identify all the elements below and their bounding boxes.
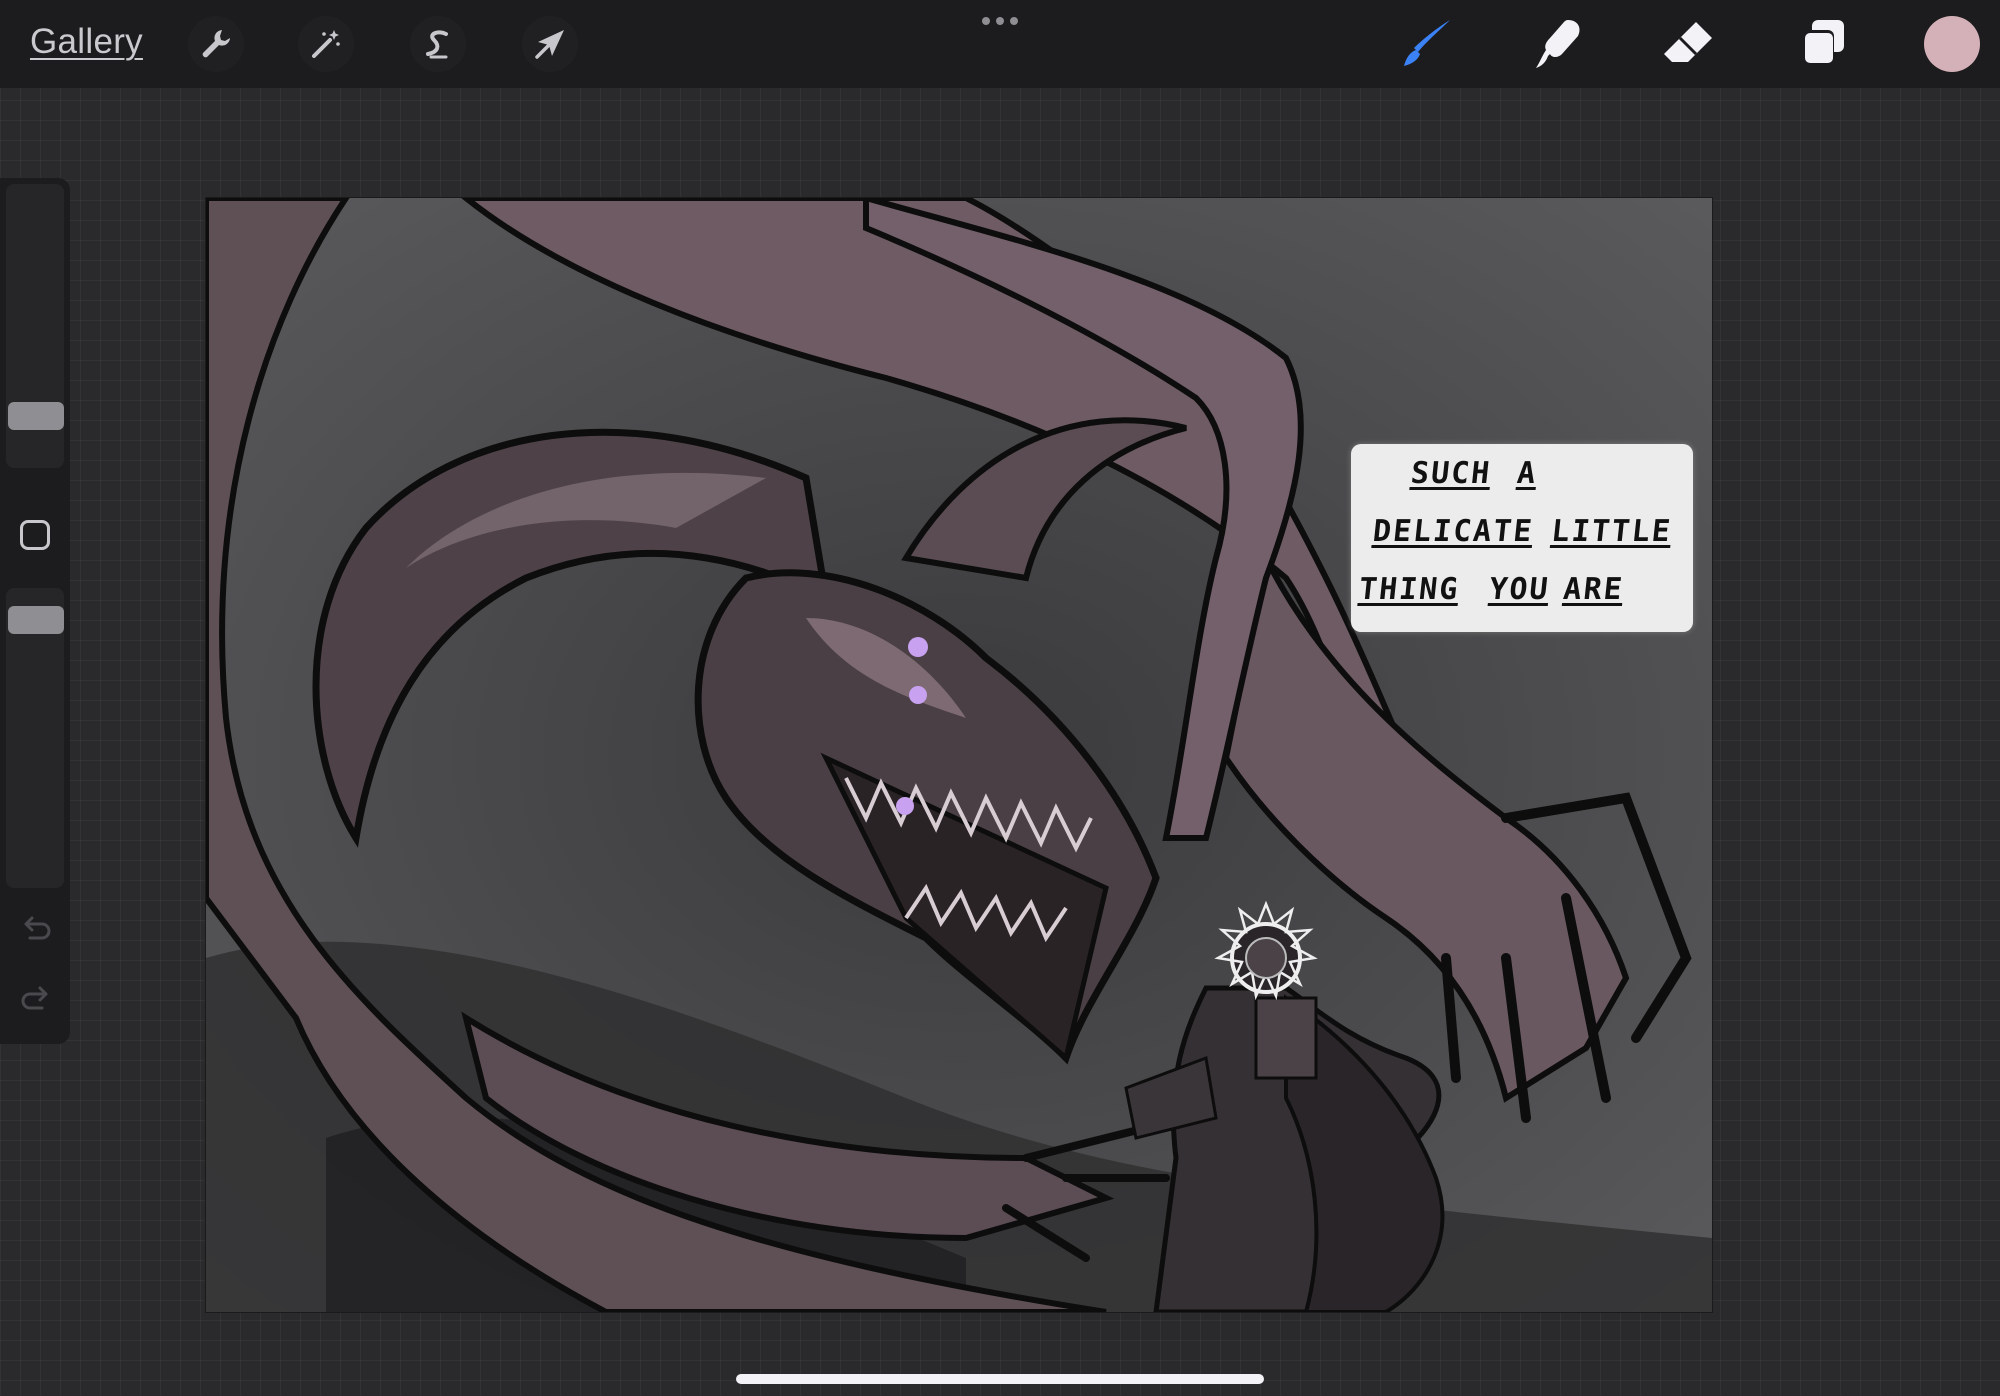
brush-tool-button[interactable]	[1394, 14, 1458, 74]
actions-button[interactable]	[188, 16, 244, 72]
speech-word: DELICATE	[1371, 514, 1536, 549]
speech-word: LITTLE	[1549, 514, 1674, 549]
ellipsis-icon[interactable]	[980, 14, 1020, 28]
speech-line-3: THING YOU ARE	[1357, 572, 1625, 607]
artwork-illustration	[206, 198, 1712, 1312]
undo-icon[interactable]	[18, 912, 54, 948]
sidebar	[0, 178, 70, 1044]
layers-button[interactable]	[1790, 14, 1854, 74]
wrench-icon	[202, 30, 230, 58]
drawing-canvas[interactable]: SUCH A DELICATE LITTLE THING YOU ARE	[205, 197, 1713, 1313]
brush-size-thumb[interactable]	[8, 402, 64, 430]
smudge-icon	[1536, 20, 1580, 68]
speech-line-1: SUCH A	[1409, 456, 1565, 491]
speech-word: ARE	[1561, 572, 1626, 607]
magic-wand-icon	[312, 30, 340, 58]
selection-s-icon	[426, 30, 448, 59]
home-indicator[interactable]	[736, 1374, 1264, 1384]
speech-bubble: SUCH A DELICATE LITTLE THING YOU ARE	[1351, 444, 1693, 632]
speech-word: YOU	[1487, 572, 1552, 607]
redo-icon[interactable]	[18, 982, 54, 1018]
eraser-tool-button[interactable]	[1656, 14, 1720, 74]
arrow-cursor-icon	[535, 30, 564, 59]
top-toolbar: Gallery	[0, 0, 2000, 88]
speech-line-2: DELICATE LITTLE	[1371, 514, 1674, 549]
transform-button[interactable]	[522, 16, 578, 72]
procreate-app: Gallery SUCH A DELICATE LITTLE THING YOU…	[0, 0, 2000, 1396]
gallery-button[interactable]: Gallery	[30, 22, 143, 62]
layers-icon	[1802, 20, 1844, 66]
selection-button[interactable]	[410, 16, 466, 72]
smudge-tool-button[interactable]	[1526, 14, 1590, 74]
speech-word: SUCH	[1409, 456, 1494, 491]
modify-button[interactable]	[20, 520, 50, 550]
color-picker-swatch[interactable]	[1924, 16, 1980, 72]
speech-word: THING	[1357, 572, 1462, 607]
opacity-thumb[interactable]	[8, 606, 64, 634]
speech-word: A	[1515, 456, 1540, 491]
adjustments-button[interactable]	[298, 16, 354, 72]
brush-icon	[1404, 20, 1450, 66]
eraser-icon	[1664, 22, 1712, 62]
